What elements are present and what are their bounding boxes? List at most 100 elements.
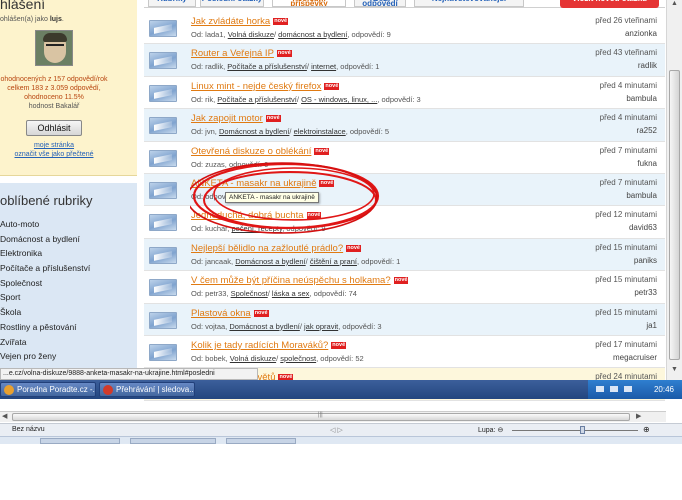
question-subcategory-link[interactable]: pečení, recepty — [231, 224, 282, 233]
question-title-link[interactable]: Jednoduchá, dobrá buchta nové — [191, 210, 322, 221]
question-title-link[interactable]: Otevřená diskuze o oblékání nové — [191, 145, 330, 157]
tray-flag-icon[interactable] — [624, 386, 632, 392]
horizontal-scrollbar[interactable]: ◀ ||| ▶ — [0, 411, 666, 422]
question-title-link[interactable]: Plastová okna nové — [191, 308, 269, 319]
category-item[interactable]: Škola — [0, 307, 90, 322]
bottom-strip-button[interactable] — [130, 438, 216, 444]
question-meta: Od: radlik, Počítače a příslušenství/ in… — [191, 62, 380, 72]
question-thumbnail-icon[interactable] — [149, 52, 177, 70]
taskbar-button-player[interactable]: Přehrávání | sledova... — [99, 382, 195, 397]
tray-mail-icon[interactable] — [610, 386, 618, 392]
zoom-in-icon[interactable]: ⊕ — [643, 425, 650, 434]
question-title-link[interactable]: Kolik je tady radících Moraváků? nové — [191, 340, 347, 351]
question-thumbnail-icon[interactable] — [149, 343, 177, 361]
bottom-strip-button[interactable] — [40, 438, 120, 444]
scroll-right-arrow-icon[interactable]: ▶ — [636, 412, 641, 420]
last-answer-user[interactable]: anzionka — [625, 29, 657, 38]
ask-question-button[interactable]: Vložit novou otázku — [560, 0, 659, 8]
question-title-text: Otevřená diskuze o oblékání — [191, 145, 312, 157]
question-category-link[interactable]: Volná diskuze — [228, 30, 274, 39]
last-answer-user[interactable]: david63 — [629, 223, 657, 232]
question-category-link[interactable]: Počítače a příslušenství — [217, 95, 297, 104]
category-item[interactable]: Domácnost a bydlení — [0, 234, 90, 249]
last-answer-user[interactable]: radlik — [638, 61, 657, 70]
vertical-scroll-thumb[interactable] — [669, 70, 680, 360]
question-thumbnail-icon[interactable] — [149, 20, 177, 37]
question-row: Jak zapojit motor nové Od: jvn, Domácnost … — [144, 109, 665, 142]
question-author: Od: vojtaa, — [191, 321, 228, 331]
zoom-out-icon[interactable]: ⊖ — [497, 427, 503, 434]
question-thumbnail-icon[interactable] — [149, 181, 177, 199]
new-badge: nové — [276, 50, 292, 58]
tab-1[interactable]: Poslední otázky — [200, 0, 264, 7]
question-subcategory-link[interactable]: čištění a praní — [310, 257, 357, 266]
last-answer-user[interactable]: ra252 — [637, 126, 657, 135]
zoom-slider-knob[interactable] — [580, 426, 585, 434]
question-title-link[interactable]: Linux mint - nejde český firefox nové — [191, 81, 340, 92]
question-subcategory-link[interactable]: jak opravit — [304, 322, 338, 331]
last-answer-user[interactable]: bambula — [626, 94, 657, 103]
question-subcategory-link[interactable]: láska a sex — [272, 289, 310, 298]
question-title-link[interactable]: Jak zvládáte horka nové — [191, 16, 289, 27]
category-item[interactable]: Auto-moto — [0, 219, 90, 234]
tab-3[interactable]: Bez odpovědí — [354, 0, 406, 7]
question-thumbnail-icon[interactable] — [149, 246, 177, 264]
tab-4[interactable]: Nejnavštěvovanější — [414, 0, 524, 7]
last-answer-user[interactable]: petr33 — [634, 288, 657, 297]
tray-arrow-icon[interactable] — [596, 386, 604, 392]
question-category-link[interactable]: Domácnost a bydlení — [235, 257, 305, 266]
question-title-link[interactable]: Nejlepší bělidlo na zažloutlé prádlo? nov… — [191, 243, 361, 254]
taskbar-button-poradna[interactable]: Poradna Poradte.cz -... — [0, 382, 96, 397]
question-thumbnail-icon[interactable] — [149, 149, 177, 167]
question-subcategory-link[interactable]: společnost — [280, 354, 316, 363]
question-category-link[interactable]: Domácnost a bydlení — [219, 127, 289, 136]
tab-2[interactable]: Poslední příspěvky — [272, 0, 346, 7]
question-category-link[interactable]: Počítače a příslušenství — [227, 62, 307, 71]
question-category-link[interactable]: Domácnost a bydlení — [229, 322, 299, 331]
last-answer-user[interactable]: ja1 — [646, 321, 657, 330]
category-item[interactable]: Rostliny a pěstování — [0, 322, 90, 337]
clock[interactable]: 20:46 — [654, 380, 674, 399]
question-row: Jednoduchá, dobrá buchta nové Od: kuchar, … — [144, 206, 665, 239]
question-answer-count: , odpovědí: 3 — [377, 94, 421, 104]
zoom-slider-track[interactable] — [512, 430, 638, 431]
logout-button[interactable]: Odhlásit — [26, 120, 82, 136]
last-answer-user[interactable]: paniks — [634, 256, 657, 265]
category-item[interactable]: Počítače a příslušenství — [0, 263, 90, 278]
category-item[interactable]: Sport — [0, 292, 90, 307]
question-title-link[interactable]: V čem může být příčina neúspěchu s holka… — [191, 275, 409, 286]
vertical-scrollbar[interactable]: ▲ ▼ — [666, 0, 682, 380]
tab-0[interactable]: Rubriky — [148, 0, 196, 7]
question-subcategory-link[interactable]: domácnost a bydlení — [278, 30, 347, 39]
system-tray: 20:46 — [588, 380, 682, 399]
question-answer-count: , odpovědí: 1 — [336, 62, 380, 72]
last-answer-user[interactable]: megacruiser — [613, 353, 657, 362]
question-thumbnail-icon[interactable] — [149, 311, 177, 329]
question-subcategory-link[interactable]: internet — [311, 62, 336, 71]
question-thumbnail-icon[interactable] — [149, 84, 177, 102]
question-title-link[interactable]: Router a Veřejná IP nové — [191, 48, 292, 59]
question-category-link[interactable]: Volná diskuze — [230, 354, 276, 363]
scroll-left-arrow-icon[interactable]: ◀ — [2, 412, 7, 420]
scroll-down-arrow-icon[interactable]: ▼ — [669, 366, 680, 378]
scroll-up-arrow-icon[interactable]: ▲ — [669, 0, 680, 12]
question-thumbnail-icon[interactable] — [149, 117, 177, 135]
avatar[interactable] — [35, 30, 73, 66]
last-answer-user[interactable]: fukna — [637, 159, 657, 168]
question-thumbnail-icon[interactable] — [149, 279, 177, 297]
question-title-link[interactable]: ANKETA - masakr na ukrajině nové — [191, 178, 335, 189]
bottom-strip-button[interactable] — [226, 438, 296, 444]
my-page-link[interactable]: moje stránka — [0, 142, 108, 149]
category-item[interactable]: Vejen pro ženy — [0, 351, 90, 366]
question-category-link[interactable]: Společnost — [231, 289, 268, 298]
mark-all-read-link[interactable]: označit vše jako přečtené — [0, 151, 108, 158]
category-item[interactable]: Společnost — [0, 278, 90, 293]
status-nav-arrows-icon[interactable]: ◁ ▷ — [330, 426, 343, 434]
category-item[interactable]: Elektronika — [0, 248, 90, 263]
question-thumbnail-icon[interactable] — [149, 214, 177, 232]
question-subcategory-link[interactable]: elektroinstalace — [294, 127, 346, 136]
last-answer-user[interactable]: bambula — [626, 191, 657, 200]
question-title-link[interactable]: Jak zapojit motor nové — [191, 113, 281, 124]
category-item[interactable]: Zvířata — [0, 337, 90, 352]
question-subcategory-link[interactable]: OS - windows, linux, ... — [301, 95, 377, 104]
